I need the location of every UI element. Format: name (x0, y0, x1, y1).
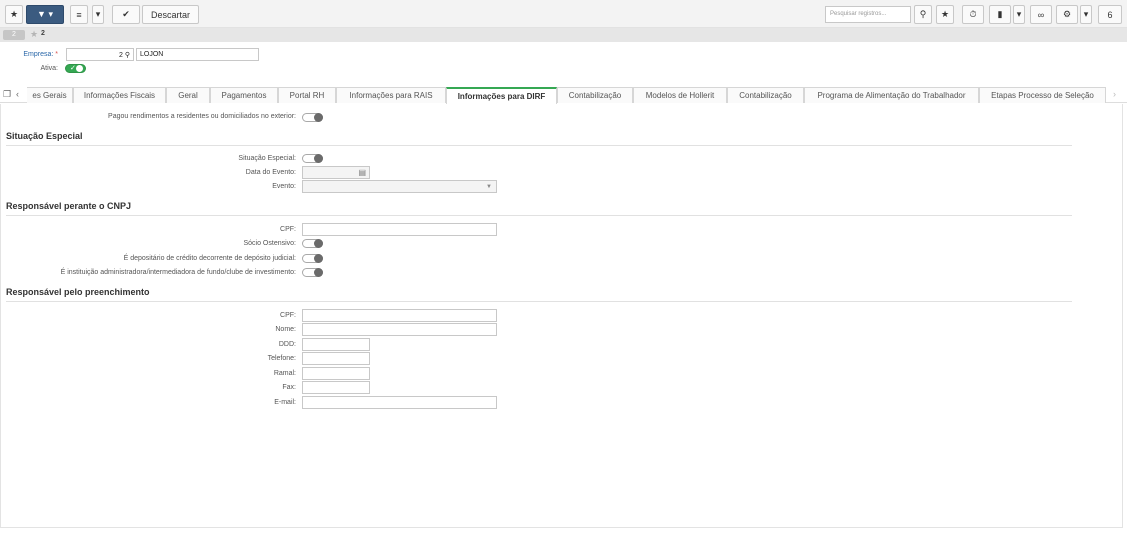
cpf2-field[interactable] (302, 309, 497, 322)
view-dropdown-button[interactable]: ▾ (92, 5, 104, 24)
ramal-label: Ramal: (273, 370, 296, 377)
depositario-toggle[interactable] (302, 254, 323, 263)
chevron-down-icon: ▾ (1083, 9, 1089, 19)
document-icon: ▮ (997, 9, 1003, 19)
paperclip-icon: ∞ (1037, 9, 1045, 20)
chevron-right-icon[interactable]: › (1113, 89, 1116, 99)
toolbar: ★ ▼ ▾ ≡ ▾ ✔ Descartar Pesquisar registro… (0, 0, 1127, 28)
cpf-field[interactable] (302, 223, 497, 236)
home-icon: ★ (9, 9, 19, 19)
tab-contabilizacao-2[interactable]: Contabilização (727, 87, 804, 103)
calendar-icon[interactable]: ▤ (358, 168, 366, 177)
divider (6, 301, 1072, 302)
attach-button[interactable]: ∞ (1030, 5, 1052, 24)
divider (6, 145, 1072, 146)
socio-label: Sócio Ostensivo: (243, 240, 296, 247)
empresa-label: Empresa: * (23, 51, 58, 58)
copy-icon[interactable]: ❐ (3, 89, 11, 100)
section-responsavel-preenchimento: Responsável pelo preenchimento (6, 287, 150, 297)
check-icon: ✓ (70, 65, 76, 72)
section-responsavel-cnpj: Responsável perante o CNPJ (6, 201, 132, 211)
cpf-label: CPF: (280, 226, 296, 233)
chevron-down-icon: ▾ (95, 9, 101, 19)
section-situacao-especial: Situação Especial (6, 131, 83, 141)
data-evento-label: Data do Evento: (245, 169, 296, 176)
situacao-label: Situação Especial: (238, 155, 296, 162)
ativa-toggle[interactable]: ✓ (65, 64, 86, 73)
fax-label: Fax: (282, 384, 296, 391)
situacao-toggle[interactable] (302, 154, 323, 163)
star-icon: ★ (940, 9, 950, 19)
nome-field[interactable] (302, 323, 497, 336)
empresa-name-field[interactable]: LOJON (136, 48, 259, 61)
instituicao-toggle[interactable] (302, 268, 323, 277)
instituicao-label: É instituição administradora/intermediad… (60, 269, 296, 276)
chevron-down-icon: ▾ (1016, 9, 1022, 19)
list-view-button[interactable]: ≡ (70, 5, 88, 24)
email-label: E-mail: (274, 399, 296, 406)
search-icon: ⚲ (919, 9, 927, 19)
settings-button[interactable]: ⚙ (1056, 5, 1078, 24)
data-evento-field[interactable]: ▤ (302, 166, 370, 179)
tab-modelos-hollerit[interactable]: Modelos de Hollerit (633, 87, 727, 103)
record-code: 2 (41, 30, 45, 37)
star-icon[interactable]: ★ (30, 29, 38, 40)
gear-icon: ⚙ (1062, 9, 1072, 19)
chevron-left-icon[interactable]: ‹ (16, 89, 19, 99)
report-button[interactable]: ▮ (989, 5, 1011, 24)
home-button[interactable]: ★ (5, 5, 23, 24)
tab-programa-alimentacao[interactable]: Programa de Alimentação do Trabalhador (804, 87, 979, 103)
fax-field[interactable] (302, 381, 370, 394)
record-bar: 2 ★ 2 (0, 28, 1127, 42)
empresa-code-field[interactable]: 2 ⚲ (66, 48, 134, 61)
pagou-label: Pagou rendimentos a residentes ou domici… (108, 113, 296, 120)
save-button[interactable]: ✔ (112, 5, 140, 24)
tab-portal-rh[interactable]: Portal RH (278, 87, 336, 103)
tab-informacoes-dirf[interactable]: Informações para DIRF (446, 87, 557, 104)
email-field[interactable] (302, 396, 497, 409)
evento-label: Evento: (272, 183, 296, 190)
filter-icon: ▼ ▾ (37, 9, 53, 19)
ativa-label: Ativa: (40, 65, 58, 72)
ddd-label: DDD: (278, 341, 296, 348)
list-icon: ≡ (76, 9, 82, 20)
search-button[interactable]: ⚲ (914, 5, 932, 24)
pagou-toggle[interactable] (302, 113, 323, 122)
nome-label: Nome: (275, 326, 296, 333)
record-number-badge[interactable]: 2 (3, 30, 25, 40)
filter-button[interactable]: ▼ ▾ (26, 5, 64, 24)
check-icon: ✔ (122, 9, 130, 19)
clock-icon: ⏱ (969, 9, 977, 19)
chevron-down-icon: ▼ (486, 184, 492, 190)
tab-etapas-selecao[interactable]: Etapas Processo de Seleção (979, 87, 1106, 103)
evento-select[interactable]: ▼ (302, 180, 497, 193)
record-counter[interactable]: 6 (1098, 5, 1122, 24)
tab-dados-gerais[interactable]: es Gerais (27, 87, 73, 103)
telefone-field[interactable] (302, 352, 370, 365)
tab-informacoes-rais[interactable]: Informações para RAIS (336, 87, 446, 103)
tab-bar: ❐ ‹ es Gerais Informações Fiscais Geral … (0, 87, 1127, 104)
tab-geral[interactable]: Geral (166, 87, 210, 103)
tab-contabilizacao[interactable]: Contabilização (557, 87, 633, 103)
history-button[interactable]: ⏱ (962, 5, 984, 24)
socio-toggle[interactable] (302, 239, 323, 248)
search-icon[interactable]: ⚲ (125, 52, 130, 59)
tab-informacoes-fiscais[interactable]: Informações Fiscais (73, 87, 166, 103)
ramal-field[interactable] (302, 367, 370, 380)
search-input[interactable]: Pesquisar registros... (825, 6, 911, 23)
tab-pagamentos[interactable]: Pagamentos (210, 87, 278, 103)
report-dropdown-button[interactable]: ▾ (1013, 5, 1025, 24)
favorite-button[interactable]: ★ (936, 5, 954, 24)
cpf2-label: CPF: (280, 312, 296, 319)
ddd-field[interactable] (302, 338, 370, 351)
depositario-label: É depositário de crédito decorrente de d… (123, 255, 296, 262)
telefone-label: Telefone: (267, 355, 296, 362)
discard-button[interactable]: Descartar (142, 5, 199, 24)
settings-dropdown-button[interactable]: ▾ (1080, 5, 1092, 24)
divider (6, 215, 1072, 216)
